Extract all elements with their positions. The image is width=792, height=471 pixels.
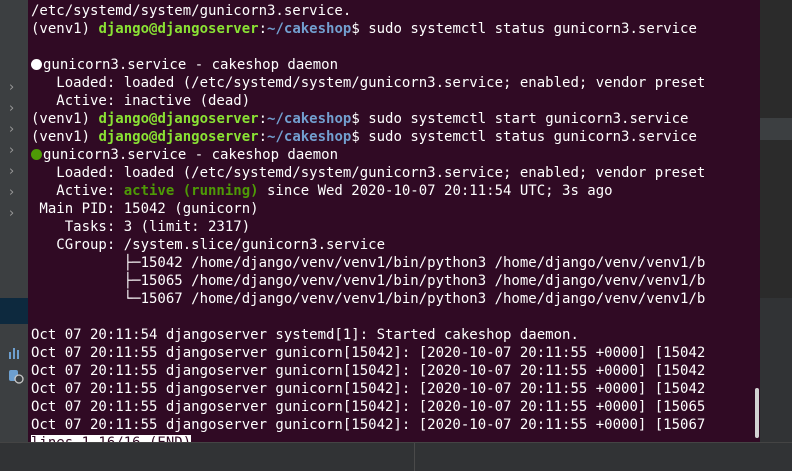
service-name: gunicorn3.service - cakeshop daemon [43, 147, 339, 163]
selected-row-highlight [0, 298, 28, 324]
output-line: /etc/systemd/system/gunicorn3.service. [31, 2, 351, 20]
output-text: Oct 07 20:11:54 djangoserver systemd[1]:… [31, 327, 579, 343]
terminal-window[interactable]: /etc/systemd/system/gunicorn3.service. (v… [28, 0, 760, 442]
active-since: since Wed 2020-10-07 20:11:54 UTC; 3s ag… [258, 183, 613, 199]
active-label: Active: [31, 183, 124, 199]
prompt-line: (venv1) django@djangoserver:~/cakeshop$ … [31, 20, 697, 38]
output-text: Active: inactive (dead) [31, 93, 251, 109]
prompt-colon: : [258, 111, 268, 127]
expand-arrow-icon[interactable]: › [9, 206, 14, 221]
expand-arrow-icon[interactable]: › [9, 101, 14, 116]
output-text: Oct 07 20:11:55 djangoserver gunicorn[15… [31, 381, 706, 397]
command-text: sudo systemctl status gunicorn3.service [368, 21, 697, 37]
terminal-scrollbar[interactable] [755, 388, 759, 438]
prompt-path: ~/cakeshop [267, 129, 352, 145]
output-line: CGroup: /system.slice/gunicorn3.service [31, 236, 385, 254]
output-text: CGroup: /system.slice/gunicorn3.service [31, 237, 386, 253]
output-line: Loaded: loaded (/etc/systemd/system/guni… [31, 164, 705, 182]
service-header-line: gunicorn3.service - cakeshop daemon [31, 56, 338, 74]
database-clock-icon[interactable] [8, 368, 24, 384]
output-line: Oct 07 20:11:55 djangoserver gunicorn[15… [31, 362, 705, 380]
pager-status-line: lines 1-16/16 (END) [31, 434, 192, 442]
ide-left-gutter: › › › › › › › [0, 0, 28, 470]
active-status-dot-icon [31, 149, 42, 160]
output-line: Oct 07 20:11:55 djangoserver gunicorn[15… [31, 416, 705, 434]
expand-arrow-icon[interactable]: › [9, 143, 14, 158]
status-divider [414, 443, 415, 471]
venv-indicator: (venv1) [31, 21, 99, 37]
expand-arrow-icon[interactable]: › [9, 122, 14, 137]
output-text: └─15067 /home/django/venv/venv1/bin/pyth… [31, 291, 706, 307]
prompt-symbol: $ [351, 21, 369, 37]
output-line: Loaded: loaded (/etc/systemd/system/guni… [31, 74, 705, 92]
venv-indicator: (venv1) [31, 111, 99, 127]
pager-indicator: lines 1-16/16 (END) [31, 435, 192, 442]
service-header-line: gunicorn3.service - cakeshop daemon [31, 146, 338, 164]
output-line: ├─15042 /home/django/venv/venv1/bin/pyth… [31, 254, 706, 272]
output-line: Oct 07 20:11:55 djangoserver gunicorn[15… [31, 398, 705, 416]
prompt-user: django@djangoserver [98, 111, 259, 127]
service-name: gunicorn3.service - cakeshop daemon [43, 57, 339, 73]
ide-status-bar [0, 442, 792, 471]
expand-arrow-icon[interactable]: › [9, 185, 14, 200]
output-text: Loaded: loaded (/etc/systemd/system/guni… [31, 165, 706, 181]
output-text: Oct 07 20:11:55 djangoserver gunicorn[15… [31, 345, 706, 361]
expand-arrow-icon[interactable]: › [9, 80, 14, 95]
output-text: Oct 07 20:11:55 djangoserver gunicorn[15… [31, 399, 706, 415]
output-line: Main PID: 15042 (gunicorn) [31, 200, 259, 218]
output-text: ├─15065 /home/django/venv/venv1/bin/pyth… [31, 273, 706, 289]
output-text: Loaded: loaded (/etc/systemd/system/guni… [31, 75, 706, 91]
prompt-user: django@djangoserver [98, 21, 259, 37]
prompt-path: ~/cakeshop [267, 21, 352, 37]
command-text: sudo systemctl start gunicorn3.service [368, 111, 689, 127]
prompt-symbol: $ [351, 129, 369, 145]
ide-right-panel [760, 0, 792, 470]
active-status-line: Active: active (running) since Wed 2020-… [31, 182, 613, 200]
output-line: Active: inactive (dead) [31, 92, 250, 110]
prompt-colon: : [258, 21, 268, 37]
output-text: Oct 07 20:11:55 djangoserver gunicorn[15… [31, 363, 706, 379]
prompt-user: django@djangoserver [98, 129, 259, 145]
output-line: └─15067 /home/django/venv/venv1/bin/pyth… [31, 290, 706, 308]
prompt-line: (venv1) django@djangoserver:~/cakeshop$ … [31, 110, 688, 128]
output-line: Oct 07 20:11:55 djangoserver gunicorn[15… [31, 344, 705, 362]
output-text: Main PID: 15042 (gunicorn) [31, 201, 259, 217]
output-line: Tasks: 3 (limit: 2317) [31, 218, 250, 236]
output-text: Tasks: 3 (limit: 2317) [31, 219, 251, 235]
output-line: Oct 07 20:11:55 djangoserver gunicorn[15… [31, 380, 705, 398]
prompt-path: ~/cakeshop [267, 111, 352, 127]
output-line: ├─15065 /home/django/venv/venv1/bin/pyth… [31, 272, 706, 290]
output-text: Oct 07 20:11:55 djangoserver gunicorn[15… [31, 417, 706, 433]
bar-chart-icon[interactable] [8, 346, 22, 360]
active-status-value: active (running) [123, 183, 259, 199]
output-text: /etc/systemd/system/gunicorn3.service. [31, 3, 352, 19]
prompt-symbol: $ [351, 111, 369, 127]
inactive-status-dot-icon [31, 59, 42, 70]
ide-toolbar-band [760, 118, 792, 140]
output-text: ├─15042 /home/django/venv/venv1/bin/pyth… [31, 255, 706, 271]
output-line: Oct 07 20:11:54 djangoserver systemd[1]:… [31, 326, 579, 344]
prompt-colon: : [258, 129, 268, 145]
venv-indicator: (venv1) [31, 129, 99, 145]
expand-arrow-icon[interactable]: › [9, 164, 14, 179]
prompt-line: (venv1) django@djangoserver:~/cakeshop$ … [31, 128, 697, 146]
command-text: sudo systemctl status gunicorn3.service [368, 129, 697, 145]
